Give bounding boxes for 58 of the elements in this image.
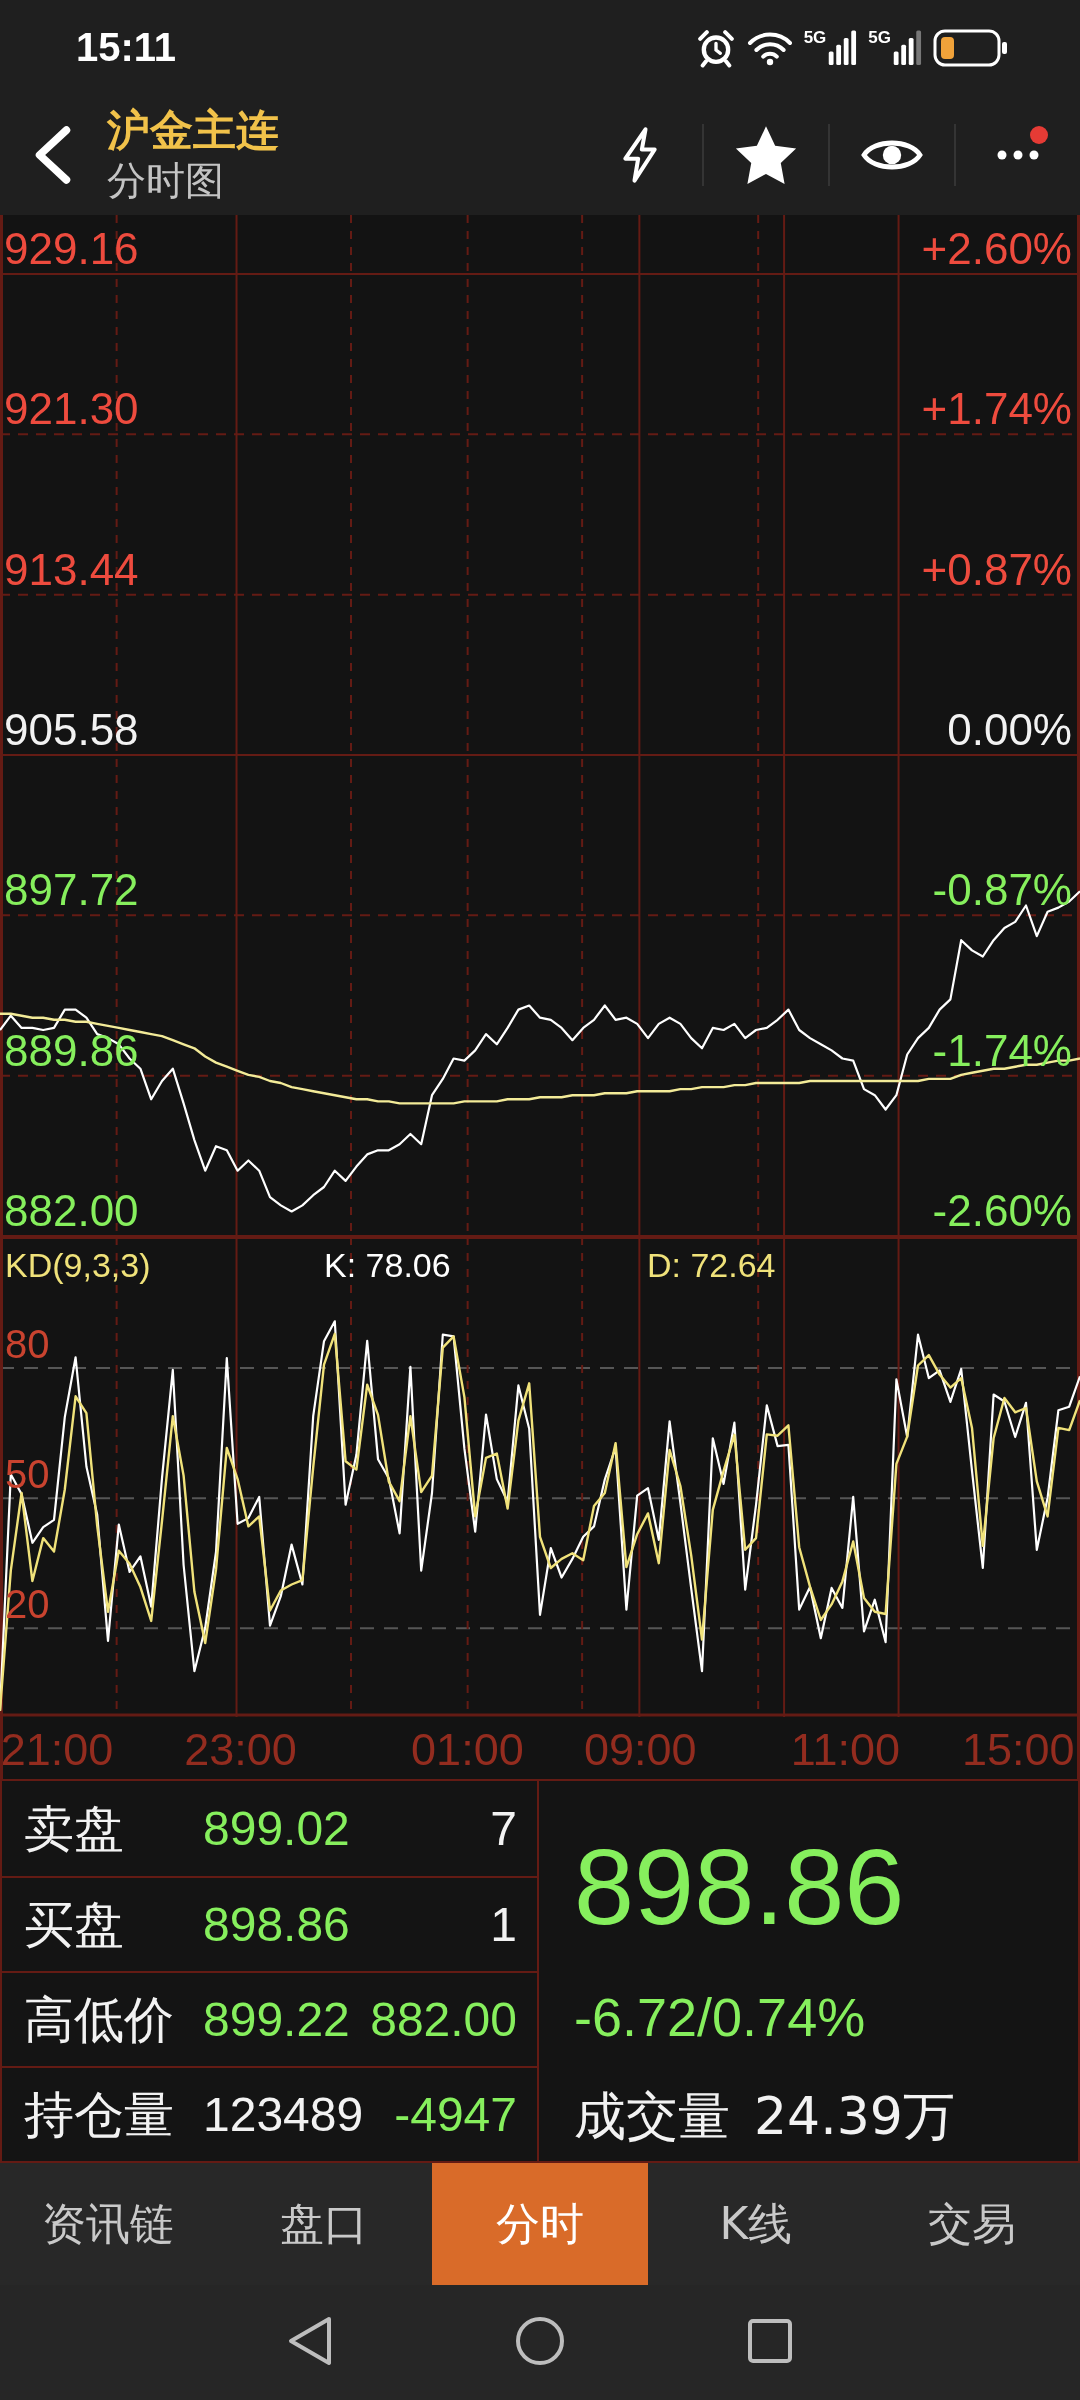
quote-value: 898.86 bbox=[203, 1896, 350, 1953]
quote-value: 899.02 bbox=[203, 1800, 350, 1857]
tab[interactable]: 资讯链 bbox=[0, 2163, 216, 2285]
indicator-title: KD(9,3,3) bbox=[5, 1245, 152, 1285]
signal-icon bbox=[828, 28, 859, 65]
back-icon[interactable] bbox=[287, 2314, 333, 2367]
tab[interactable]: 交易 bbox=[864, 2163, 1080, 2285]
quote-label: 高低价 bbox=[24, 1991, 175, 2048]
kd-axis-label: 80 bbox=[5, 1324, 50, 1365]
time-axis-label: 21:00 bbox=[0, 1727, 114, 1773]
quote-label: 卖盘 bbox=[24, 1800, 125, 1857]
chart-type-subtitle: 分时图 bbox=[107, 157, 225, 205]
price-axis-label: 882.00 bbox=[4, 1189, 139, 1233]
percent-axis-label: +0.87% bbox=[921, 547, 1072, 592]
instrument-title: 沪金主连 bbox=[107, 104, 279, 156]
quote-label: 持仓量 bbox=[24, 2086, 175, 2143]
time-axis-label: 15:00 bbox=[961, 1727, 1075, 1773]
last-price: 898.86 bbox=[574, 1833, 905, 1941]
quote-value: 1 bbox=[490, 1896, 517, 1953]
time-axis-label: 09:00 bbox=[583, 1727, 697, 1773]
d-value-reading: D: 72.64 bbox=[647, 1245, 777, 1285]
quote-value: 899.22 bbox=[203, 1991, 350, 2048]
tab[interactable]: K线 bbox=[648, 2163, 864, 2285]
percent-axis-label: 0.00% bbox=[947, 708, 1072, 752]
percent-axis-label: +2.60% bbox=[921, 227, 1072, 271]
network-type-label: 5G bbox=[803, 28, 827, 47]
price-axis-label: 921.30 bbox=[4, 387, 139, 432]
quote-label: 买盘 bbox=[24, 1896, 125, 1953]
more-icon[interactable] bbox=[996, 149, 1040, 161]
time-axis-label: 11:00 bbox=[790, 1727, 901, 1773]
home-icon[interactable] bbox=[515, 2315, 565, 2366]
price-axis-label: 905.58 bbox=[4, 708, 139, 752]
k-value-reading: K: 78.06 bbox=[324, 1245, 452, 1285]
recents-icon[interactable] bbox=[747, 2317, 793, 2364]
alarm-clock-icon bbox=[695, 27, 736, 68]
price-axis-label: 929.16 bbox=[4, 227, 139, 271]
time-axis-label: 01:00 bbox=[411, 1727, 524, 1773]
battery-icon bbox=[933, 28, 1009, 67]
volume-value: 24.39万 bbox=[754, 2087, 955, 2145]
percent-axis-label: +1.74% bbox=[921, 387, 1072, 432]
quote-value: -4947 bbox=[394, 2086, 517, 2143]
kd-axis-label: 50 bbox=[5, 1454, 50, 1495]
price-change: -6.72/0.74% bbox=[574, 1989, 866, 2045]
percent-axis-label: -1.74% bbox=[932, 1028, 1072, 1073]
status-time: 15:11 bbox=[76, 25, 177, 70]
volume-label: 成交量 bbox=[574, 2087, 730, 2145]
quote-value: 882.00 bbox=[370, 1991, 517, 2048]
percent-axis-label: -0.87% bbox=[932, 868, 1072, 913]
quote-value: 123489 bbox=[203, 2086, 364, 2143]
percent-axis-label: -2.60% bbox=[932, 1189, 1072, 1233]
time-axis-label: 23:00 bbox=[184, 1727, 297, 1773]
price-axis-label: 897.72 bbox=[4, 868, 139, 913]
signal-icon bbox=[893, 28, 923, 65]
star-icon[interactable] bbox=[735, 125, 797, 185]
tab[interactable]: 盘口 bbox=[216, 2163, 432, 2285]
quote-value: 7 bbox=[490, 1800, 517, 1857]
network-type-label: 5G bbox=[868, 28, 891, 47]
price-axis-label: 913.44 bbox=[4, 547, 139, 592]
